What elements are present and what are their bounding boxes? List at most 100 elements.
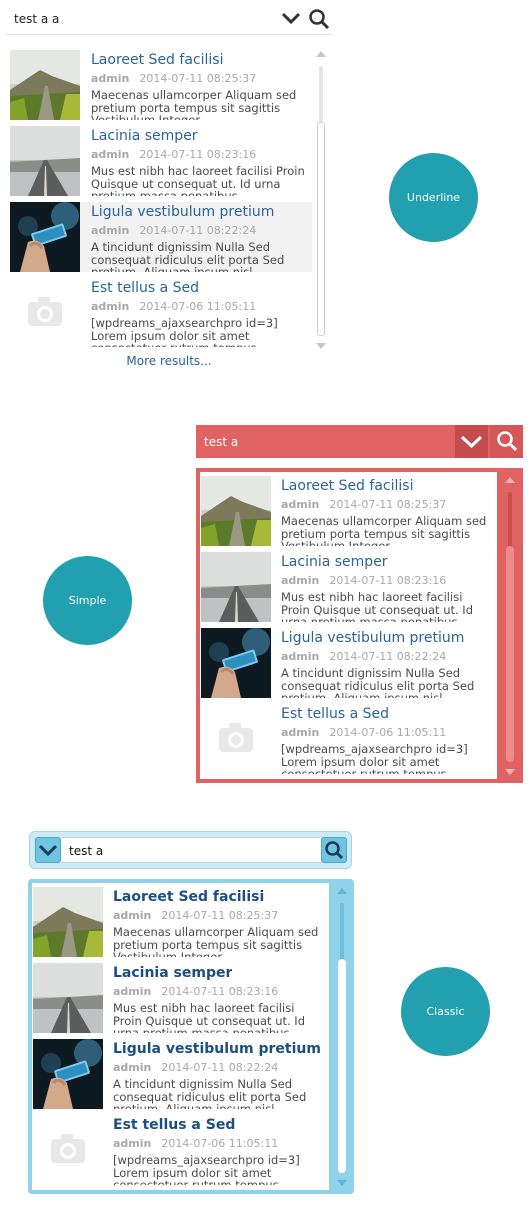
simple-results-list: Laoreet Sed facilisi admin 2014-07-11 08:… — [201, 476, 495, 776]
simple-result-item[interactable]: Lacinia semper admin 2014-07-11 08:23:16 … — [201, 552, 495, 622]
result-date: 2014-07-11 08:25:37 — [161, 909, 279, 922]
result-title[interactable]: Lacinia semper — [281, 553, 388, 571]
simple-result-item[interactable]: Ligula vestibulum pretium admin 2014-07-1… — [201, 628, 495, 698]
classic-scrollbar-thumb[interactable] — [338, 959, 346, 1173]
underline-search-bar — [6, 4, 332, 35]
result-description: A tincidunt dignissim Nulla Sed consequa… — [91, 241, 285, 272]
classic-scroll-up-icon[interactable] — [337, 887, 347, 895]
result-title[interactable]: Ligula vestibulum pretium — [281, 629, 464, 647]
result-title[interactable]: Laoreet Sed facilisi — [113, 888, 264, 906]
underline-result-item[interactable]: Laoreet Sed facilisi admin 2014-07-11 08:… — [10, 50, 312, 120]
underline-result-item-hovered[interactable]: Ligula vestibulum pretium admin 2014-07-1… — [10, 202, 312, 272]
result-description: [wpdreams_ajaxsearchpro id=3] Lorem ipsu… — [91, 317, 278, 347]
result-image-hand-phone — [33, 1039, 103, 1109]
result-date: 2014-07-06 11:05:11 — [139, 300, 257, 313]
result-author: admin — [281, 726, 320, 739]
result-image-placeholder-camera-icon — [10, 278, 80, 347]
result-meta: admin 2014-07-11 08:23:16 — [113, 985, 278, 999]
result-date: 2014-07-11 08:23:16 — [161, 985, 279, 998]
classic-result-item[interactable]: Est tellus a Sed admin 2014-07-06 11:05:1… — [33, 1115, 327, 1185]
result-meta: admin 2014-07-11 08:22:24 — [281, 650, 446, 664]
result-image-placeholder-camera-icon — [201, 704, 271, 774]
result-author: admin — [91, 224, 130, 237]
result-date: 2014-07-11 08:25:37 — [329, 498, 447, 511]
result-meta: admin 2014-07-06 11:05:11 — [91, 300, 256, 314]
result-image-empty-road — [10, 126, 80, 196]
result-date: 2014-07-11 08:22:24 — [329, 650, 447, 663]
result-meta: admin 2014-07-06 11:05:11 — [281, 726, 446, 740]
result-meta: admin 2014-07-06 11:05:11 — [113, 1137, 278, 1151]
classic-scroll-down-icon[interactable] — [337, 1179, 347, 1187]
result-meta: admin 2014-07-11 08:22:24 — [91, 224, 256, 238]
classic-settings-chevron-icon[interactable] — [35, 837, 61, 863]
underline-scroll-down-icon[interactable] — [316, 342, 326, 350]
result-title[interactable]: Est tellus a Sed — [91, 279, 199, 297]
result-image-empty-road — [201, 552, 271, 622]
result-meta: admin 2014-07-11 08:25:37 — [113, 909, 278, 923]
result-description: A tincidunt dignissim Nulla Sed consequa… — [113, 1078, 307, 1109]
simple-result-item[interactable]: Est tellus a Sed admin 2014-07-06 11:05:1… — [201, 704, 495, 774]
result-title[interactable]: Ligula vestibulum pretium — [113, 1040, 321, 1058]
result-date: 2014-07-06 11:05:11 — [161, 1137, 279, 1150]
result-image-mountain-road — [201, 476, 271, 546]
result-author: admin — [281, 498, 320, 511]
underline-search-icon[interactable] — [308, 8, 330, 30]
more-results-link[interactable]: More results... — [6, 354, 332, 368]
simple-search-icon[interactable] — [490, 425, 523, 458]
result-title[interactable]: Est tellus a Sed — [281, 705, 389, 723]
result-author: admin — [113, 1137, 152, 1150]
classic-theme-badge: Classic — [401, 967, 490, 1056]
classic-result-item[interactable]: Ligula vestibulum pretium admin 2014-07-1… — [33, 1039, 327, 1109]
underline-results-list: Laoreet Sed facilisi admin 2014-07-11 08:… — [10, 50, 312, 347]
classic-result-item[interactable]: Laoreet Sed facilisi admin 2014-07-11 08:… — [33, 887, 327, 957]
underline-settings-chevron-icon[interactable] — [280, 10, 302, 28]
result-date: 2014-07-11 08:25:37 — [139, 72, 257, 85]
result-description: A tincidunt dignissim Nulla Sed consequa… — [281, 667, 475, 698]
result-image-hand-phone — [201, 628, 271, 698]
simple-scroll-up-icon[interactable] — [505, 476, 515, 484]
simple-results-panel: Laoreet Sed facilisi admin 2014-07-11 08:… — [196, 468, 523, 783]
result-title[interactable]: Est tellus a Sed — [113, 1116, 235, 1134]
classic-results-panel: Laoreet Sed facilisi admin 2014-07-11 08:… — [28, 879, 354, 1194]
result-author: admin — [281, 650, 320, 663]
classic-search-field — [61, 837, 321, 863]
result-title[interactable]: Lacinia semper — [113, 964, 232, 982]
underline-result-item[interactable]: Est tellus a Sed admin 2014-07-06 11:05:1… — [10, 278, 312, 347]
result-image-empty-road — [33, 963, 103, 1033]
result-date: 2014-07-11 08:22:24 — [161, 1061, 279, 1074]
result-meta: admin 2014-07-11 08:23:16 — [281, 574, 446, 588]
result-title[interactable]: Laoreet Sed facilisi — [281, 477, 413, 495]
classic-search-input[interactable] — [69, 842, 309, 859]
result-description: Maecenas ullamcorper Aliquam sed pretium… — [113, 926, 319, 957]
result-description: [wpdreams_ajaxsearchpro id=3] Lorem ipsu… — [113, 1154, 300, 1185]
simple-theme-badge: Simple — [43, 556, 132, 645]
result-date: 2014-07-06 11:05:11 — [329, 726, 447, 739]
simple-scrollbar-thumb[interactable] — [506, 546, 514, 762]
simple-scroll-down-icon[interactable] — [505, 768, 515, 776]
underline-search-input[interactable] — [14, 10, 254, 28]
result-meta: admin 2014-07-11 08:25:37 — [91, 72, 256, 86]
result-title[interactable]: Laoreet Sed facilisi — [91, 51, 223, 69]
underline-result-item[interactable]: Lacinia semper admin 2014-07-11 08:23:16 … — [10, 126, 312, 196]
result-date: 2014-07-11 08:23:16 — [329, 574, 447, 587]
result-meta: admin 2014-07-11 08:22:24 — [113, 1061, 278, 1075]
result-image-mountain-road — [10, 50, 80, 120]
underline-scrollbar-thumb[interactable] — [317, 122, 325, 336]
classic-result-item[interactable]: Lacinia semper admin 2014-07-11 08:23:16 … — [33, 963, 327, 1033]
simple-search-input[interactable] — [204, 433, 444, 451]
underline-scroll-up-icon[interactable] — [316, 50, 326, 58]
simple-result-item[interactable]: Laoreet Sed facilisi admin 2014-07-11 08:… — [201, 476, 495, 546]
result-date: 2014-07-11 08:22:24 — [139, 224, 257, 237]
result-author: admin — [91, 300, 130, 313]
result-author: admin — [113, 985, 152, 998]
result-title[interactable]: Lacinia semper — [91, 127, 198, 145]
classic-search-icon[interactable] — [321, 837, 347, 863]
simple-search-bar — [196, 425, 523, 458]
underline-results-panel: Laoreet Sed facilisi admin 2014-07-11 08:… — [6, 42, 332, 372]
result-description: Mus est nibh hac laoreet facilisi Proin … — [91, 165, 305, 196]
result-image-placeholder-camera-icon — [33, 1115, 103, 1185]
result-meta: admin 2014-07-11 08:25:37 — [281, 498, 446, 512]
simple-settings-chevron-icon[interactable] — [455, 425, 488, 458]
result-description: Maecenas ullamcorper Aliquam sed pretium… — [281, 515, 487, 546]
result-title[interactable]: Ligula vestibulum pretium — [91, 203, 274, 221]
